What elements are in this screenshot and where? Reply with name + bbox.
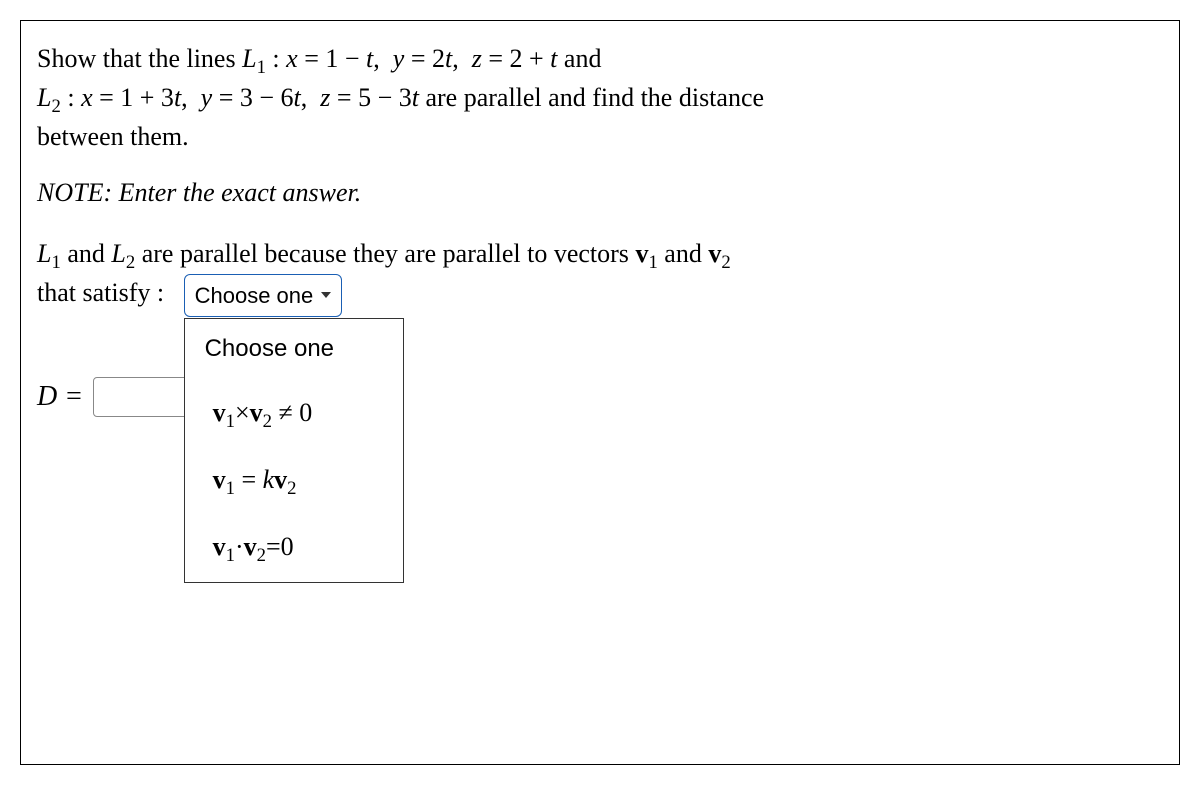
problem-line-2: L2 : x = 1 + 3t, y = 3 − 6t, z = 5 − 3t …	[37, 83, 764, 112]
dropdown-option-cross[interactable]: v1×v2 ≠ 0	[185, 381, 403, 448]
dropdown-option-dot[interactable]: v1·v2=0	[185, 515, 403, 582]
problem-line-1: Show that the lines L1 : x = 1 − t, y = …	[37, 44, 601, 73]
condition-select[interactable]: Choose one	[184, 274, 343, 317]
explanation-line-2-prefix: that satisfy :	[37, 278, 177, 307]
distance-label: D =	[37, 381, 83, 413]
dropdown-head[interactable]: Choose one	[185, 319, 403, 381]
explanation-text: L1 and L2 are parallel because they are …	[37, 234, 1169, 317]
dropdown-listbox: Choose one v1×v2 ≠ 0 v1 = kv2 v1·v2=0	[184, 318, 404, 583]
problem-container: Show that the lines L1 : x = 1 − t, y = …	[20, 20, 1180, 765]
dropdown-option-scalar[interactable]: v1 = kv2	[185, 448, 403, 515]
explanation-line-1: L1 and L2 are parallel because they are …	[37, 239, 731, 268]
problem-line-3: between them.	[37, 122, 189, 151]
select-value: Choose one	[195, 279, 314, 312]
note-text: NOTE: Enter the exact answer.	[37, 178, 1169, 208]
select-wrapper: Choose one Choose one v1×v2 ≠ 0 v1 = kv2…	[184, 274, 343, 317]
problem-statement: Show that the lines L1 : x = 1 − t, y = …	[37, 39, 1169, 156]
